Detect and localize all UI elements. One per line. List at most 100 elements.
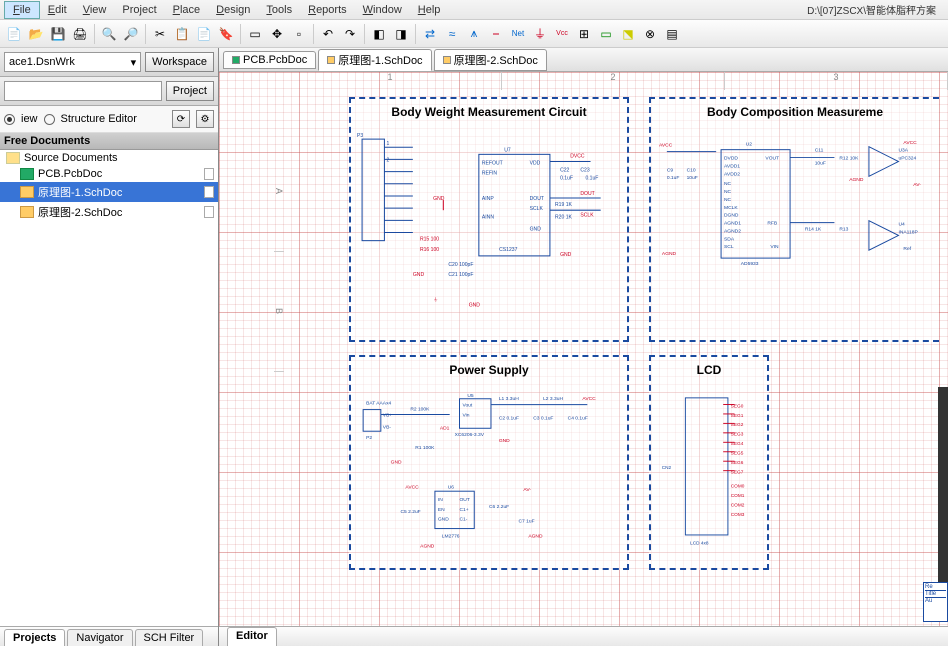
menu-help[interactable]: Help xyxy=(410,2,449,18)
svg-text:DVCC: DVCC xyxy=(570,153,585,159)
menu-edit[interactable]: Edit xyxy=(40,2,75,18)
panel-tab[interactable]: Projects xyxy=(4,629,65,646)
menu-place[interactable]: Place xyxy=(165,2,209,18)
new-icon[interactable]: 📄 xyxy=(4,24,24,44)
save-icon[interactable]: 💾 xyxy=(48,24,68,44)
sch-icon xyxy=(20,186,34,198)
svg-text:COM3: COM3 xyxy=(731,512,745,518)
open-icon[interactable]: 📂 xyxy=(26,24,46,44)
pcb-icon xyxy=(20,168,34,180)
undo-icon[interactable]: ↶ xyxy=(318,24,338,44)
menu-project[interactable]: Project xyxy=(114,2,164,18)
svg-text:R1 100K: R1 100K xyxy=(415,445,435,451)
port-icon[interactable]: ⬔ xyxy=(618,24,638,44)
paste-icon[interactable]: 📄 xyxy=(194,24,214,44)
svg-text:AV-: AV- xyxy=(523,487,531,493)
panel-tab[interactable]: Navigator xyxy=(67,629,132,646)
svg-text:AVCC: AVCC xyxy=(903,140,917,146)
title-path: D:\[07]ZSCX\智能体脂秤方案 xyxy=(799,0,944,19)
file-view-radio[interactable] xyxy=(4,114,15,125)
structure-editor-radio[interactable] xyxy=(44,114,55,125)
document-tab[interactable]: 原理图-2.SchDoc xyxy=(434,49,547,71)
copy-icon[interactable]: 📋 xyxy=(172,24,192,44)
workspace-combo[interactable]: ace1.DsnWrk▾ xyxy=(4,52,141,72)
svg-text:AD1: AD1 xyxy=(440,425,450,431)
gnd-icon[interactable]: ⏚ xyxy=(530,24,550,44)
svg-text:U2: U2 xyxy=(746,142,753,148)
document-tab[interactable]: PCB.PcbDoc xyxy=(223,51,316,69)
workspace-button[interactable]: Workspace xyxy=(145,52,214,72)
vcc-icon[interactable]: Vcc xyxy=(552,24,572,44)
tree-item[interactable]: 原理图-2.SchDoc xyxy=(0,202,218,222)
select-icon[interactable]: ▭ xyxy=(245,24,265,44)
svg-text:P3: P3 xyxy=(357,133,363,139)
hierarchy-icon[interactable]: ◧ xyxy=(369,24,389,44)
project-combo[interactable] xyxy=(4,81,162,101)
cross-probe-icon[interactable]: ⇄ xyxy=(420,24,440,44)
svg-text:C22: C22 xyxy=(560,168,569,174)
svg-text:C3 0.1uF: C3 0.1uF xyxy=(533,415,553,421)
menu-file[interactable]: FFileile xyxy=(4,1,40,19)
zoom-fit-icon[interactable]: 🔍 xyxy=(99,24,119,44)
ruler-mark: B xyxy=(274,252,284,372)
panel-tab[interactable]: SCH Filter xyxy=(135,629,204,646)
project-button[interactable]: Project xyxy=(166,81,214,101)
svg-text:P2: P2 xyxy=(366,435,372,441)
document-tab[interactable]: 原理图-1.SchDoc xyxy=(318,49,431,71)
schematic-canvas[interactable]: 123 AB Body Weight Measurement Circuit P… xyxy=(219,72,948,626)
svg-text:R2 100K: R2 100K xyxy=(410,407,430,413)
svg-text:C20 100pF: C20 100pF xyxy=(448,262,473,268)
svg-text:COM2: COM2 xyxy=(731,503,745,509)
gear-icon[interactable]: ⚙ xyxy=(196,110,214,128)
move-icon[interactable]: ✥ xyxy=(267,24,287,44)
svg-text:VIN: VIN xyxy=(770,244,779,250)
svg-text:L1 3.3uH: L1 3.3uH xyxy=(499,396,519,402)
tree-item[interactable]: PCB.PcbDoc xyxy=(0,166,218,182)
svg-text:C9: C9 xyxy=(667,167,674,173)
svg-text:U5: U5 xyxy=(467,393,474,399)
tree-item[interactable]: Source Documents xyxy=(0,150,218,166)
editor-tab[interactable]: Editor xyxy=(227,627,277,646)
svg-text:XC6206-3.3V: XC6206-3.3V xyxy=(455,432,485,438)
file-view-label: iew xyxy=(21,113,38,125)
print-icon[interactable]: 🖨 xyxy=(70,24,90,44)
menu-tools[interactable]: Tools xyxy=(258,2,300,18)
svg-text:DVDD: DVDD xyxy=(724,156,738,162)
zoom-area-icon[interactable]: 🔎 xyxy=(121,24,141,44)
redo-icon[interactable]: ↷ xyxy=(340,24,360,44)
svg-text:U7: U7 xyxy=(504,147,511,153)
svg-text:C2 0.1uF: C2 0.1uF xyxy=(499,415,519,421)
sheet-symbol-icon[interactable]: ▭ xyxy=(596,24,616,44)
part-icon[interactable]: ⊞ xyxy=(574,24,594,44)
svg-text:LCD 4x8: LCD 4x8 xyxy=(690,540,709,546)
menu-design[interactable]: Design xyxy=(208,2,258,18)
place-wire-icon[interactable]: ≈ xyxy=(442,24,462,44)
svg-text:GND: GND xyxy=(391,460,402,466)
svg-text:CS1237: CS1237 xyxy=(499,247,517,253)
sync-icon[interactable]: ⟳ xyxy=(172,110,190,128)
svg-text:C23: C23 xyxy=(580,168,589,174)
circuit-block-composition: Body Composition Measureme AVCC C9C10 0.… xyxy=(649,97,939,342)
menu-view[interactable]: View xyxy=(75,2,115,18)
place-bus-icon[interactable]: ⩚ xyxy=(464,24,484,44)
svg-text:RFB: RFB xyxy=(767,221,778,227)
bus-break-icon[interactable]: ▤ xyxy=(662,24,682,44)
net-label-icon[interactable]: Net xyxy=(508,24,528,44)
cut-icon[interactable]: ✂ xyxy=(150,24,170,44)
svg-text:R20 1K: R20 1K xyxy=(555,214,573,220)
svg-text:SCL: SCL xyxy=(724,244,734,250)
place-line-icon[interactable]: ⎯ xyxy=(486,24,506,44)
structure-editor-label: Structure Editor xyxy=(61,113,137,125)
junction-icon[interactable]: ⊗ xyxy=(640,24,660,44)
menu-window[interactable]: Window xyxy=(355,2,410,18)
menu-bar: FFileile Edit View Project Place Design … xyxy=(0,0,948,20)
svg-text:0.1uF: 0.1uF xyxy=(560,176,573,182)
stamp-icon[interactable]: 🔖 xyxy=(216,24,236,44)
deselect-icon[interactable]: ▫ xyxy=(289,24,309,44)
svg-text:AGND: AGND xyxy=(849,177,864,183)
svg-text:⏚: ⏚ xyxy=(433,297,438,304)
hierarchy-up-icon[interactable]: ◨ xyxy=(391,24,411,44)
tree-item[interactable]: 原理图-1.SchDoc xyxy=(0,182,218,202)
menu-reports[interactable]: Reports xyxy=(300,2,355,18)
title-block-partial: Re Title Au xyxy=(923,582,948,622)
